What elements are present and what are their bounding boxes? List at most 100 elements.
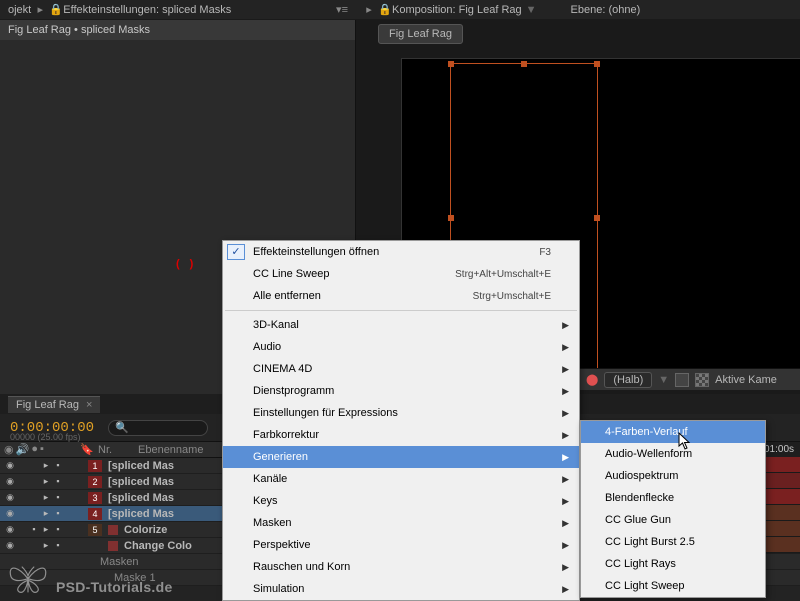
composition-tab[interactable]: Komposition: Fig Leaf Rag	[392, 4, 522, 16]
menu-cinema4d[interactable]: CINEMA 4D▶	[223, 358, 579, 380]
search-input[interactable]: 🔍	[108, 420, 208, 436]
menu-noise-grain[interactable]: Rauschen und Korn▶	[223, 556, 579, 578]
submenu-audio-waveform[interactable]: Audio-Wellenform	[581, 443, 765, 465]
track-bar[interactable]	[760, 521, 800, 537]
submenu-arrow-icon: ▶	[562, 320, 569, 331]
menu-cc-line-sweep[interactable]: CC Line Sweep Strg+Alt+Umschalt+E	[223, 263, 579, 285]
menu-keys[interactable]: Keys▶	[223, 490, 579, 512]
track-bar[interactable]	[760, 473, 800, 489]
layer-name[interactable]: [spliced Mas	[102, 492, 174, 504]
number-column: Nr.	[94, 444, 134, 456]
color-swatch	[108, 525, 118, 535]
project-tab-label[interactable]: ojekt	[8, 4, 31, 16]
layer-name[interactable]: Change Colo	[118, 540, 192, 552]
submenu-arrow-icon: ▶	[562, 342, 569, 353]
layer-number: 4	[88, 508, 102, 520]
butterfly-icon	[6, 558, 50, 598]
eye-icon[interactable]: ◉	[4, 508, 16, 519]
handle-top-mid[interactable]	[521, 61, 527, 67]
submenu-arrow-icon: ▶	[562, 496, 569, 507]
layer-tab[interactable]: Ebene: (ohne)	[571, 4, 641, 16]
breadcrumb: Fig Leaf Rag • spliced Masks	[0, 20, 355, 40]
color-mgmt-icon[interactable]: ⬤	[586, 373, 598, 386]
track-bar[interactable]	[760, 489, 800, 505]
lock-icon[interactable]: 🔒	[49, 3, 59, 16]
menu-simulation[interactable]: Simulation▶	[223, 578, 579, 600]
submenu-arrow-icon: ▶	[562, 474, 569, 485]
layer-name[interactable]: [spliced Mas	[102, 476, 174, 488]
timeline-tracks: 01:00s	[760, 442, 800, 553]
color-swatch	[108, 541, 118, 551]
submenu-arrow-icon: ▶	[562, 408, 569, 419]
tab-icon: ▸	[364, 3, 374, 16]
lock-icon[interactable]: 🔒	[378, 3, 388, 16]
tab-icon: ▸	[35, 3, 45, 16]
viewer-toolbar: ⬤ (Halb) ▼ Aktive Kame	[580, 368, 800, 390]
submenu-cc-light-burst[interactable]: CC Light Burst 2.5	[581, 531, 765, 553]
track-bar[interactable]	[760, 537, 800, 553]
submenu-cc-light-rays[interactable]: CC Light Rays	[581, 553, 765, 575]
dropdown-arrow-icon[interactable]: ▼	[658, 374, 669, 386]
menu-3d-channel[interactable]: 3D-Kanal▶	[223, 314, 579, 336]
resolution-dropdown[interactable]: (Halb)	[604, 372, 652, 388]
timeline-tab[interactable]: Fig Leaf Rag ×	[8, 396, 100, 413]
submenu-arrow-icon: ▶	[562, 518, 569, 529]
watermark-text: PSD-Tutorials.de	[56, 579, 173, 598]
handle-mid-left[interactable]	[448, 215, 454, 221]
menu-open-effect-settings[interactable]: ✓ Effekteinstellungen öffnen F3	[223, 241, 579, 263]
search-icon: 🔍	[115, 421, 129, 434]
solo-icon[interactable]: ▪	[28, 524, 40, 535]
submenu-arrow-icon: ▶	[562, 386, 569, 397]
eye-icon[interactable]: ◉	[4, 492, 16, 503]
label-col-icon: 🔖	[80, 443, 94, 456]
menu-masks[interactable]: Masken▶	[223, 512, 579, 534]
top-bar: ojekt ▸ 🔒 Effekteinstellungen: spliced M…	[0, 0, 800, 20]
handle-mid-right[interactable]	[594, 215, 600, 221]
composition-tab-pill[interactable]: Fig Leaf Rag	[378, 24, 463, 44]
paren-indicator: ( )	[176, 258, 193, 270]
close-icon[interactable]: ×	[86, 399, 92, 411]
submenu-4-color-gradient[interactable]: 4-Farben-Verlauf	[581, 421, 765, 443]
menu-utility[interactable]: Dienstprogramm▶	[223, 380, 579, 402]
submenu-arrow-icon: ▶	[562, 540, 569, 551]
submenu-cc-glue-gun[interactable]: CC Glue Gun	[581, 509, 765, 531]
menu-audio[interactable]: Audio▶	[223, 336, 579, 358]
eye-icon[interactable]: ◉	[4, 524, 16, 535]
effect-settings-tab[interactable]: Effekteinstellungen: spliced Masks	[63, 4, 231, 16]
generate-submenu: 4-Farben-Verlauf Audio-Wellenform Audios…	[580, 420, 766, 598]
track-bar[interactable]	[760, 505, 800, 521]
submenu-arrow-icon: ▶	[562, 364, 569, 375]
framerate-label: 00000 (25.00 fps)	[10, 432, 81, 442]
layer-name[interactable]: [spliced Mas	[102, 508, 174, 520]
effects-context-menu: ✓ Effekteinstellungen öffnen F3 CC Line …	[222, 240, 580, 601]
menu-perspective[interactable]: Perspektive▶	[223, 534, 579, 556]
submenu-arrow-icon: ▶	[562, 584, 569, 595]
viewer-option-icon[interactable]	[675, 373, 689, 387]
submenu-audio-spectrum[interactable]: Audiospektrum	[581, 465, 765, 487]
active-camera-dropdown[interactable]: Aktive Kame	[715, 374, 777, 386]
layer-number: 1	[88, 460, 102, 472]
eye-icon[interactable]: ◉	[4, 476, 16, 487]
speaker-icon: 🔊	[16, 443, 30, 456]
menu-color-correction[interactable]: Farbkorrektur▶	[223, 424, 579, 446]
menu-separator	[225, 310, 577, 311]
menu-channels[interactable]: Kanäle▶	[223, 468, 579, 490]
toggle-column-header: ◉ 🔊 ●▪	[0, 443, 80, 456]
menu-remove-all[interactable]: Alle entfernen Strg+Umschalt+E	[223, 285, 579, 307]
handle-top-left[interactable]	[448, 61, 454, 67]
menu-expression-settings[interactable]: Einstellungen für Expressions▶	[223, 402, 579, 424]
submenu-cc-light-sweep[interactable]: CC Light Sweep	[581, 575, 765, 597]
check-icon: ✓	[227, 244, 245, 260]
layer-name[interactable]: [spliced Mas	[102, 460, 174, 472]
menu-generate[interactable]: Generieren▶	[223, 446, 579, 468]
grid-icon[interactable]	[695, 373, 709, 387]
submenu-arrow-icon: ▶	[562, 430, 569, 441]
handle-top-right[interactable]	[594, 61, 600, 67]
layer-name[interactable]: Colorize	[118, 524, 167, 536]
panel-menu-icon[interactable]: ▾≡	[336, 3, 348, 16]
eye-icon[interactable]: ◉	[4, 460, 16, 471]
track-bar[interactable]	[760, 457, 800, 473]
submenu-lens-flare[interactable]: Blendenflecke	[581, 487, 765, 509]
eye-icon[interactable]: ◉	[4, 540, 16, 551]
dropdown-arrow-icon[interactable]: ▼	[526, 4, 537, 16]
